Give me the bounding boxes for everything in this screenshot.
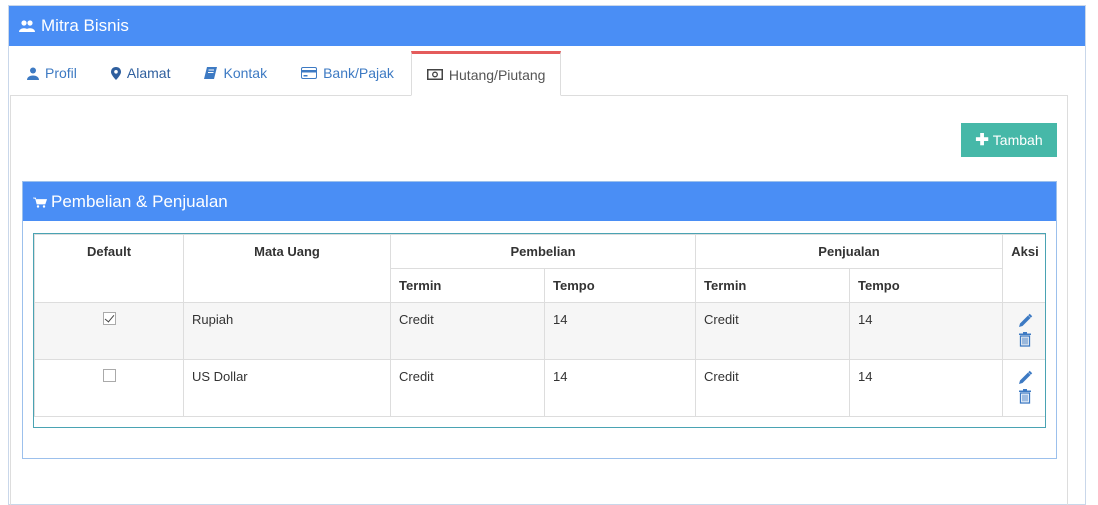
aksi-cell [1002, 302, 1045, 360]
jual-tempo-cell: 14 [848, 302, 1004, 360]
page-title: Mitra Bisnis [41, 16, 129, 35]
mata-uang-cell: US Dollar [183, 359, 391, 417]
tab-kontak[interactable]: Kontak [187, 51, 284, 95]
jual-termin-cell: Credit [695, 359, 850, 417]
beli-termin-cell: Credit [390, 302, 545, 360]
tab-label: Alamat [126, 65, 171, 81]
tab-hutang-piutang[interactable]: Hutang/Piutang [410, 51, 562, 96]
panel-header: Mitra Bisnis [9, 6, 1085, 46]
data-table-wrapper: Default Mata Uang Pembelian Penjualan Ak… [33, 233, 1046, 428]
add-button[interactable]: ✚ Tambah [961, 123, 1057, 157]
col-header-beli-termin: Termin [390, 268, 545, 303]
col-header-aksi: Aksi [1002, 234, 1045, 303]
users-icon [19, 19, 35, 33]
edit-icon[interactable] [1017, 370, 1033, 386]
trash-icon[interactable] [1017, 331, 1033, 347]
table-row: US Dollar Credit 14 Credit 14 [34, 359, 1045, 417]
purchase-sales-panel: Pembelian & Penjualan Default Mata Uang … [22, 181, 1057, 459]
aksi-cell [1002, 359, 1045, 417]
tab-label: Kontak [223, 65, 268, 81]
panel-title: Pembelian & Penjualan [51, 191, 228, 211]
col-header-default: Default [34, 234, 184, 303]
beli-termin-cell: Credit [390, 359, 545, 417]
tab-profil[interactable]: Profil [10, 51, 94, 95]
plus-icon: ✚ [975, 132, 989, 149]
default-cell [34, 359, 184, 417]
tab-bar: Profil Alamat Kontak Bank/Pajak Hutang/P… [10, 51, 1068, 96]
currency-table: Default Mata Uang Pembelian Penjualan Ak… [34, 234, 1045, 417]
default-checkbox[interactable] [102, 369, 116, 382]
mata-uang-cell: Rupiah [183, 302, 391, 360]
tab-label: Bank/Pajak [323, 65, 394, 81]
money-icon [426, 69, 443, 80]
jual-tempo-cell: 14 [848, 359, 1004, 417]
col-header-penjualan: Penjualan [694, 234, 1004, 269]
col-header-jual-termin: Termin [695, 268, 850, 303]
tab-label: Profil [45, 65, 77, 81]
cart-icon [33, 196, 47, 208]
default-checkbox[interactable] [102, 312, 116, 325]
tab-label: Hutang/Piutang [448, 66, 546, 83]
add-button-label: Tambah [992, 132, 1043, 148]
panel-header: Pembelian & Penjualan [23, 182, 1056, 221]
map-marker-icon [110, 66, 121, 80]
tab-alamat[interactable]: Alamat [94, 51, 188, 95]
beli-tempo-cell: 14 [544, 359, 696, 417]
col-header-mata-uang: Mata Uang [183, 234, 391, 303]
jual-termin-cell: Credit [695, 302, 850, 360]
book-icon [204, 67, 218, 79]
table-row: Rupiah Credit 14 Credit 14 [34, 302, 1045, 360]
tab-bank-pajak[interactable]: Bank/Pajak [284, 51, 411, 95]
credit-card-icon [301, 67, 318, 79]
col-header-beli-tempo: Tempo [544, 268, 696, 303]
beli-tempo-cell: 14 [544, 302, 696, 360]
user-icon [27, 67, 39, 80]
trash-icon[interactable] [1017, 388, 1033, 404]
col-header-jual-tempo: Tempo [848, 268, 1004, 303]
col-header-pembelian: Pembelian [390, 234, 696, 269]
edit-icon[interactable] [1017, 313, 1033, 329]
default-cell [34, 302, 184, 360]
tab-content: ✚ Tambah Pembelian & Penjualan Default M… [10, 95, 1068, 505]
